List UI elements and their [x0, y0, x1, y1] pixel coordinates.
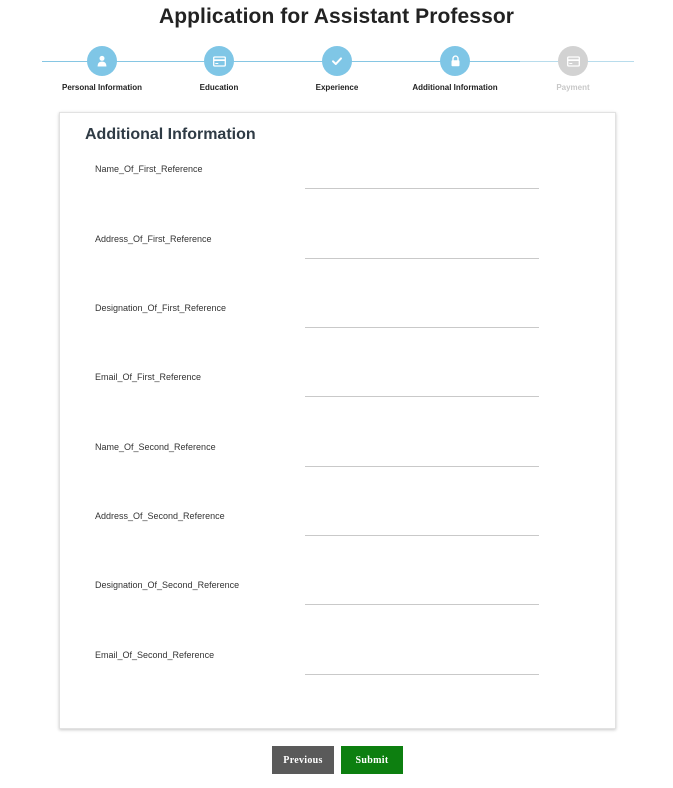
field-label: Address_Of_Second_Reference [95, 511, 225, 521]
step-label: Payment [556, 83, 590, 92]
field-designation-of-first-reference: Designation_Of_First_Reference [60, 303, 615, 363]
step-education[interactable]: Education [159, 46, 279, 92]
form-card: Additional Information Name_Of_First_Ref… [59, 112, 616, 729]
designation-of-first-reference-input[interactable] [305, 307, 539, 328]
field-designation-of-second-reference: Designation_Of_Second_Reference [60, 580, 615, 640]
field-label: Designation_Of_Second_Reference [95, 580, 240, 590]
step-circle [87, 46, 117, 76]
address-of-second-reference-input[interactable] [305, 515, 539, 536]
field-name-of-first-reference: Name_Of_First_Reference [60, 164, 615, 224]
field-label: Name_Of_First_Reference [95, 164, 203, 174]
designation-of-second-reference-input[interactable] [305, 584, 539, 605]
field-name-of-second-reference: Name_Of_Second_Reference [60, 442, 615, 502]
check-icon [332, 57, 342, 65]
step-circle [322, 46, 352, 76]
user-icon [97, 55, 107, 67]
address-of-first-reference-input[interactable] [305, 238, 539, 259]
lock-icon [451, 55, 459, 67]
field-email-of-first-reference: Email_Of_First_Reference [60, 372, 615, 432]
name-of-first-reference-input[interactable] [305, 168, 539, 189]
field-label: Address_Of_First_Reference [95, 234, 212, 244]
card-icon [212, 55, 226, 67]
field-address-of-first-reference: Address_Of_First_Reference [60, 234, 615, 294]
field-label: Email_Of_Second_Reference [95, 650, 215, 660]
step-payment[interactable]: Payment [513, 46, 633, 92]
step-label: Education [199, 83, 239, 92]
field-label: Email_Of_First_Reference [95, 372, 202, 382]
field-address-of-second-reference: Address_Of_Second_Reference [60, 511, 615, 571]
card-icon [566, 55, 580, 67]
page-title: Application for Assistant Professor [158, 5, 515, 28]
field-label: Name_Of_Second_Reference [95, 442, 216, 452]
step-experience[interactable]: Experience [277, 46, 397, 92]
step-label: Additional Information [412, 83, 498, 92]
field-email-of-second-reference: Email_Of_Second_Reference [60, 650, 615, 710]
email-of-first-reference-input[interactable] [305, 376, 539, 397]
step-personal-information[interactable]: Personal Information [42, 46, 162, 92]
step-circle [558, 46, 588, 76]
step-circle [440, 46, 470, 76]
previous-button[interactable]: Previous [272, 746, 334, 774]
step-additional-information[interactable]: Additional Information [395, 46, 515, 92]
section-title: Additional Information [85, 126, 256, 143]
step-label: Personal Information [61, 83, 142, 92]
field-label: Designation_Of_First_Reference [95, 303, 227, 313]
step-label: Experience [315, 83, 359, 92]
email-of-second-reference-input[interactable] [305, 654, 539, 675]
name-of-second-reference-input[interactable] [305, 446, 539, 467]
step-circle [204, 46, 234, 76]
submit-button[interactable]: Submit [341, 746, 403, 774]
